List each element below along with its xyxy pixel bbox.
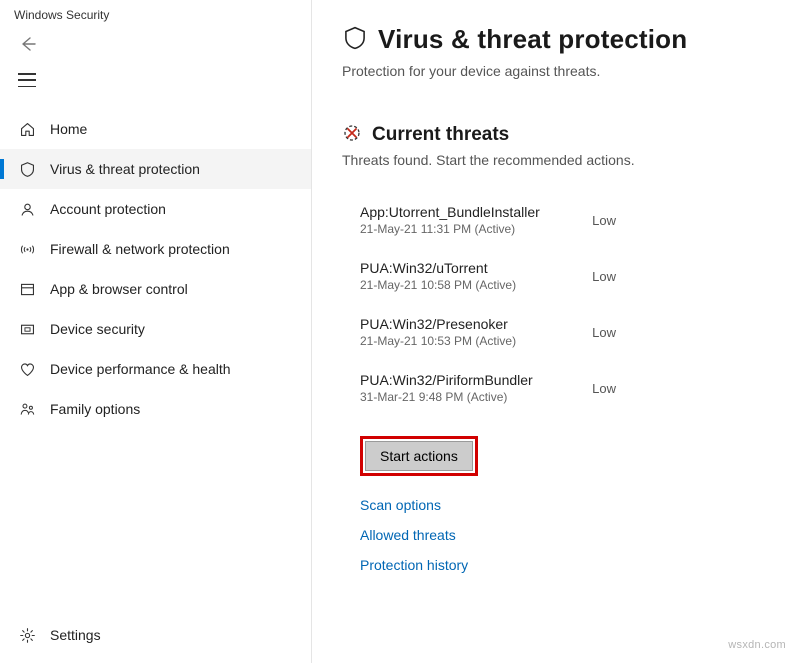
- section-subtitle: Threats found. Start the recommended act…: [342, 152, 770, 168]
- threat-name: PUA:Win32/Presenoker: [360, 316, 516, 332]
- start-actions-highlight: Start actions: [360, 436, 478, 476]
- sidebar-item-label: Home: [50, 121, 87, 137]
- sidebar-item-label: Firewall & network protection: [50, 241, 230, 257]
- threat-list: App:Utorrent_BundleInstaller 21-May-21 1…: [342, 192, 770, 416]
- main-content: Virus & threat protection Protection for…: [312, 0, 800, 663]
- window-title: Windows Security: [0, 0, 311, 24]
- hamburger-menu-button[interactable]: [0, 63, 311, 97]
- threat-item[interactable]: PUA:Win32/uTorrent 21-May-21 10:58 PM (A…: [360, 248, 620, 304]
- threat-alert-icon: [342, 123, 362, 146]
- sidebar-item-label: Account protection: [50, 201, 166, 217]
- threat-meta: 31-Mar-21 9:48 PM (Active): [360, 390, 533, 404]
- threat-severity: Low: [592, 213, 616, 228]
- window-icon: [18, 280, 36, 298]
- sidebar-item-label: Settings: [50, 627, 101, 643]
- page-header: Virus & threat protection: [342, 24, 770, 55]
- sidebar-item-label: Device security: [50, 321, 145, 337]
- hamburger-icon: [18, 73, 36, 87]
- person-icon: [18, 200, 36, 218]
- sidebar-item-settings[interactable]: Settings: [0, 615, 311, 655]
- sidebar-item-account[interactable]: Account protection: [0, 189, 311, 229]
- page-title: Virus & threat protection: [378, 24, 687, 55]
- threat-meta: 21-May-21 10:53 PM (Active): [360, 334, 516, 348]
- chip-icon: [18, 320, 36, 338]
- sidebar: Windows Security Home Virus &: [0, 0, 312, 663]
- threat-name: App:Utorrent_BundleInstaller: [360, 204, 540, 220]
- section-title: Current threats: [372, 124, 509, 146]
- sidebar-item-virus-threat[interactable]: Virus & threat protection: [0, 149, 311, 189]
- threat-item[interactable]: App:Utorrent_BundleInstaller 21-May-21 1…: [360, 192, 620, 248]
- threat-meta: 21-May-21 10:58 PM (Active): [360, 278, 516, 292]
- back-arrow-icon: [18, 34, 38, 54]
- sidebar-item-label: App & browser control: [50, 281, 188, 297]
- sidebar-item-label: Virus & threat protection: [50, 161, 200, 177]
- nav-list: Home Virus & threat protection Account p…: [0, 109, 311, 611]
- antenna-icon: [18, 240, 36, 258]
- threat-meta: 21-May-21 11:31 PM (Active): [360, 222, 540, 236]
- links-section: Scan options Allowed threats Protection …: [360, 490, 770, 580]
- protection-history-link[interactable]: Protection history: [360, 550, 770, 580]
- shield-icon: [18, 160, 36, 178]
- sidebar-item-home[interactable]: Home: [0, 109, 311, 149]
- heart-icon: [18, 360, 36, 378]
- threat-name: PUA:Win32/PiriformBundler: [360, 372, 533, 388]
- threat-item[interactable]: PUA:Win32/Presenoker 21-May-21 10:53 PM …: [360, 304, 620, 360]
- sidebar-item-app-browser[interactable]: App & browser control: [0, 269, 311, 309]
- gear-icon: [18, 626, 36, 644]
- windows-security-window: Windows Security Home Virus &: [0, 0, 800, 663]
- shield-icon: [342, 25, 368, 54]
- back-button[interactable]: [0, 24, 311, 63]
- start-actions-button[interactable]: Start actions: [365, 441, 473, 471]
- sidebar-item-device-security[interactable]: Device security: [0, 309, 311, 349]
- home-icon: [18, 120, 36, 138]
- threat-severity: Low: [592, 381, 616, 396]
- threat-name: PUA:Win32/uTorrent: [360, 260, 516, 276]
- sidebar-item-family[interactable]: Family options: [0, 389, 311, 429]
- sidebar-item-label: Family options: [50, 401, 140, 417]
- sidebar-item-firewall[interactable]: Firewall & network protection: [0, 229, 311, 269]
- scan-options-link[interactable]: Scan options: [360, 490, 770, 520]
- threat-severity: Low: [592, 269, 616, 284]
- allowed-threats-link[interactable]: Allowed threats: [360, 520, 770, 550]
- sidebar-item-performance[interactable]: Device performance & health: [0, 349, 311, 389]
- watermark: wsxdn.com: [728, 639, 786, 651]
- page-subtitle: Protection for your device against threa…: [342, 63, 770, 79]
- threat-severity: Low: [592, 325, 616, 340]
- sidebar-item-label: Device performance & health: [50, 361, 231, 377]
- threat-item[interactable]: PUA:Win32/PiriformBundler 31-Mar-21 9:48…: [360, 360, 620, 416]
- family-icon: [18, 400, 36, 418]
- section-header-current-threats: Current threats: [342, 123, 770, 146]
